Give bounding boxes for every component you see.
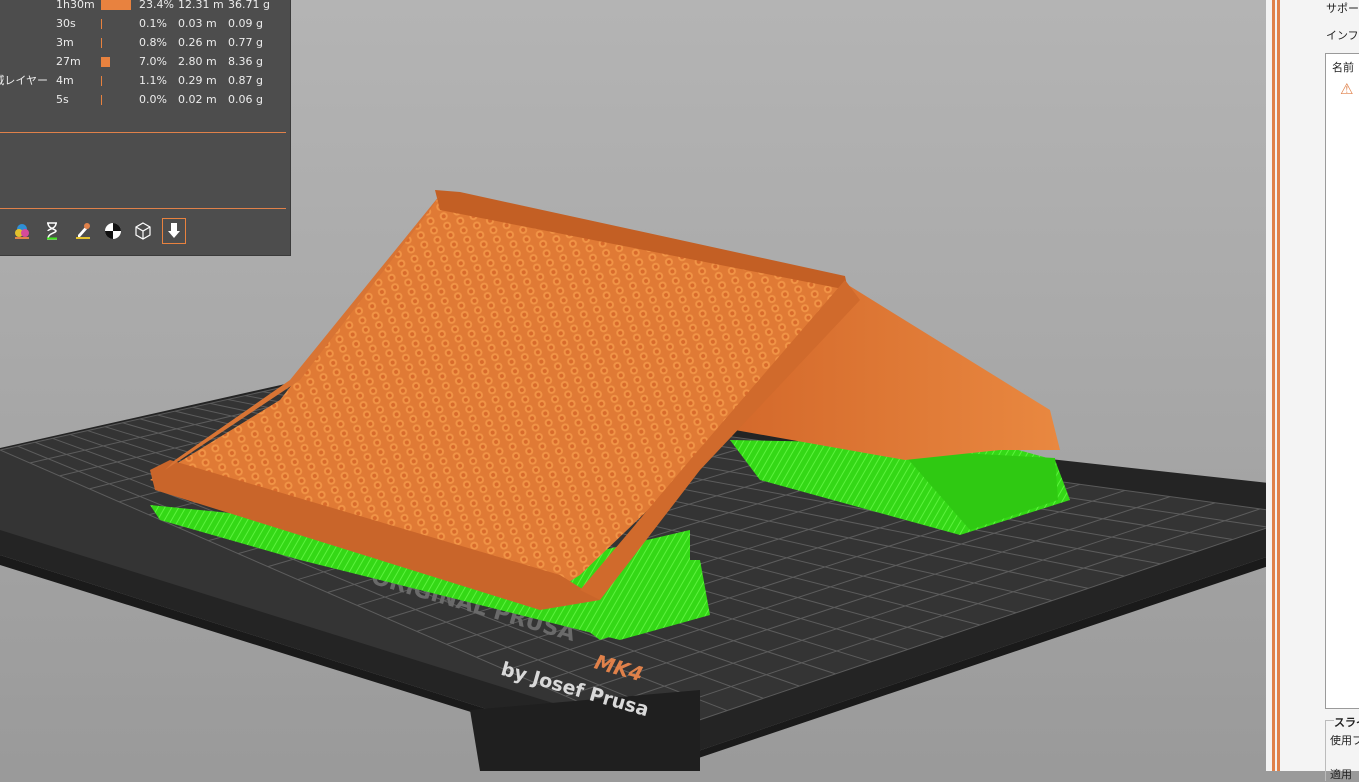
color-print-icon[interactable] [10,218,34,244]
gcode-legend: 1h30m 23.4% 12.31 m 36.71 g 30s 0.1% 0.03 m 0.0… [0,0,291,256]
legend-weight: 0.09 g [228,17,263,30]
legend-weight: 0.06 g [228,93,263,106]
support-label[interactable]: サポート [1326,0,1359,16]
legend-length: 12.31 m [178,0,224,11]
legend-time-bar [101,95,102,105]
legend-time: 3m [56,36,74,49]
legend-percent: 23.4% [139,0,174,11]
legend-row: 1h30m 23.4% 12.31 m 36.71 g [0,0,290,14]
hourglass-icon[interactable] [40,218,64,244]
legend-row: 域レイヤー 4m 1.1% 0.29 m 0.87 g [0,71,290,90]
slice-info-group: スライ 使用フ 適用 [1325,714,1359,781]
legend-time: 30s [56,17,76,30]
legend-length: 2.80 m [178,55,217,68]
legend-time: 27m [56,55,81,68]
legend-time: 5s [56,93,69,106]
legend-weight: 36.71 g [228,0,270,11]
legend-length: 0.29 m [178,74,217,87]
infill-label[interactable]: インフィ [1326,27,1359,43]
legend-percent: 0.8% [139,36,167,49]
legend-time-bar [101,19,102,29]
legend-time-bar [101,57,110,67]
legend-toolbar [0,218,200,246]
splitter-line [1272,0,1275,771]
right-sidebar: サポート インフィ 名前 ⚠ スライ 使用フ 適用 [1280,0,1359,781]
legend-separator [0,132,286,133]
list-header-name[interactable]: 名前 [1332,59,1354,75]
legend-percent: 1.1% [139,74,167,87]
legend-row: 27m 7.0% 2.80 m 8.36 g [0,52,290,71]
legend-percent: 7.0% [139,55,167,68]
legend-row: 30s 0.1% 0.03 m 0.09 g [0,14,290,33]
panel-splitter[interactable] [1266,0,1280,771]
slice-group-item: 適用 [1330,768,1352,781]
legend-row: 5s 0.0% 0.02 m 0.06 g [0,90,290,109]
legend-feature-name: 域レイヤー [0,74,48,87]
legend-length: 0.03 m [178,17,217,30]
legend-length: 0.02 m [178,93,217,106]
legend-weight: 8.36 g [228,55,263,68]
3d-preview-viewport[interactable]: ORIGINAL PRUSA MK4 by Josef Prusa 1h30m … [0,0,1270,771]
legend-weight: 0.77 g [228,36,263,49]
legend-percent: 0.0% [139,93,167,106]
slice-group-item: 使用フ [1330,734,1359,747]
legend-time: 4m [56,74,74,87]
legend-row: 3m 0.8% 0.26 m 0.77 g [0,33,290,52]
shells-icon[interactable] [131,218,155,244]
legend-separator [0,208,286,209]
export-icon[interactable] [162,218,186,244]
legend-time: 1h30m [56,0,95,11]
legend-percent: 0.1% [139,17,167,30]
warning-icon[interactable]: ⚠ [1340,80,1353,98]
legend-time-bar [101,0,131,10]
legend-weight: 0.87 g [228,74,263,87]
tool-marker-icon[interactable] [71,218,95,244]
slice-group-title: スライ [1334,714,1359,730]
legend-time-bar [101,38,102,48]
legend-time-bar [101,76,102,86]
object-list[interactable]: 名前 ⚠ [1325,53,1359,709]
center-of-gravity-icon[interactable] [101,218,125,244]
legend-length: 0.26 m [178,36,217,49]
